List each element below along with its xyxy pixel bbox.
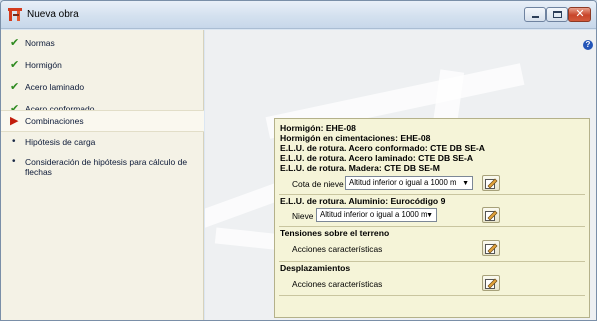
close-icon: ✕ [575, 8, 585, 20]
content-area: ? Hormigón: EHE-08 Hormigón en cimentaci… [205, 30, 596, 320]
app-icon [8, 8, 22, 21]
nieve-select[interactable]: Altitud inferior o igual a 1000 m ▼ [316, 208, 437, 222]
edit-nieve-button[interactable] [482, 207, 500, 223]
chevron-down-icon: ▼ [462, 180, 469, 187]
sidebar-item-label: Combinaciones [25, 116, 84, 126]
edit-cota-button[interactable] [482, 175, 500, 191]
sidebar-item-label: Consideración de hipótesis para cálculo … [25, 157, 188, 177]
norma-line: E.L.U. de rotura. Madera: CTE DB SE-M [280, 163, 440, 173]
divider [279, 194, 585, 195]
close-button[interactable]: ✕ [568, 7, 591, 22]
aluminio-title: E.L.U. de rotura. Aluminio: Eurocódigo 9 [280, 196, 446, 206]
norma-line: E.L.U. de rotura. Acero laminado: CTE DB… [280, 153, 474, 163]
terreno-title: Tensiones sobre el terreno [280, 228, 390, 238]
sidebar-item-flechas[interactable]: • Consideración de hipótesis para cálcul… [1, 152, 204, 182]
bullet-icon: • [12, 156, 16, 167]
nieve-label: Nieve [292, 211, 314, 221]
sidebar-item-label: Normas [25, 38, 55, 48]
arrow-right-icon: ▶ [10, 115, 19, 127]
divider [279, 295, 585, 296]
norma-line: E.L.U. de rotura. Acero conformado: CTE … [280, 143, 485, 153]
edit-icon [485, 178, 498, 189]
sidebar-item-normas[interactable]: ✔ Normas [1, 33, 204, 55]
combinaciones-panel: Hormigón: EHE-08 Hormigón en cimentacion… [274, 118, 590, 318]
norma-line: Hormigón: EHE-08 [280, 123, 356, 133]
cota-nieve-label: Cota de nieve [292, 179, 344, 189]
terreno-action-label: Acciones características [292, 244, 383, 254]
maximize-icon [553, 11, 562, 18]
title-bar[interactable]: Nueva obra ✕ [1, 1, 596, 29]
sidebar-item-hormigon[interactable]: ✔ Hormigón [1, 55, 204, 77]
sidebar-item-label: Acero laminado [25, 82, 85, 92]
nieve-value: Altitud inferior o igual a 1000 m [320, 210, 428, 219]
cota-nieve-value: Altitud inferior o igual a 1000 m [349, 178, 457, 187]
divider [279, 261, 585, 262]
edit-icon [485, 210, 498, 221]
minimize-icon [532, 16, 539, 18]
sidebar-item-label: Hipótesis de carga [25, 137, 96, 147]
window-title: Nueva obra [27, 9, 79, 20]
bullet-icon: • [12, 136, 16, 147]
desplazamientos-title: Desplazamientos [280, 263, 351, 273]
norma-line: Hormigón en cimentaciones: EHE-08 [280, 133, 431, 143]
sidebar-item-combinaciones[interactable]: ▶ Combinaciones [1, 110, 204, 132]
edit-desplazamientos-button[interactable] [482, 275, 500, 291]
minimize-button[interactable] [524, 7, 546, 22]
desplazamientos-action-label: Acciones características [292, 279, 383, 289]
sidebar-item-hipotesis[interactable]: • Hipótesis de carga [1, 132, 204, 154]
divider [279, 226, 585, 227]
check-icon: ✔ [10, 37, 20, 49]
edit-icon [485, 278, 498, 289]
check-icon: ✔ [10, 59, 20, 71]
help-icon[interactable]: ? [583, 40, 593, 50]
check-icon: ✔ [10, 81, 20, 93]
sidebar-item-label: Hormigón [25, 60, 62, 70]
cota-nieve-select[interactable]: Altitud inferior o igual a 1000 m ▼ [345, 176, 473, 190]
maximize-button[interactable] [546, 7, 568, 22]
edit-icon [485, 243, 498, 254]
chevron-down-icon: ▼ [426, 212, 433, 219]
sidebar: ✔ Normas ✔ Hormigón ✔ Acero laminado ✔ A… [1, 30, 204, 320]
window: Nueva obra ✕ ✔ Normas ✔ Hormigón ✔ Acero… [0, 0, 597, 321]
sidebar-item-acero-laminado[interactable]: ✔ Acero laminado [1, 77, 204, 99]
edit-terreno-button[interactable] [482, 240, 500, 256]
